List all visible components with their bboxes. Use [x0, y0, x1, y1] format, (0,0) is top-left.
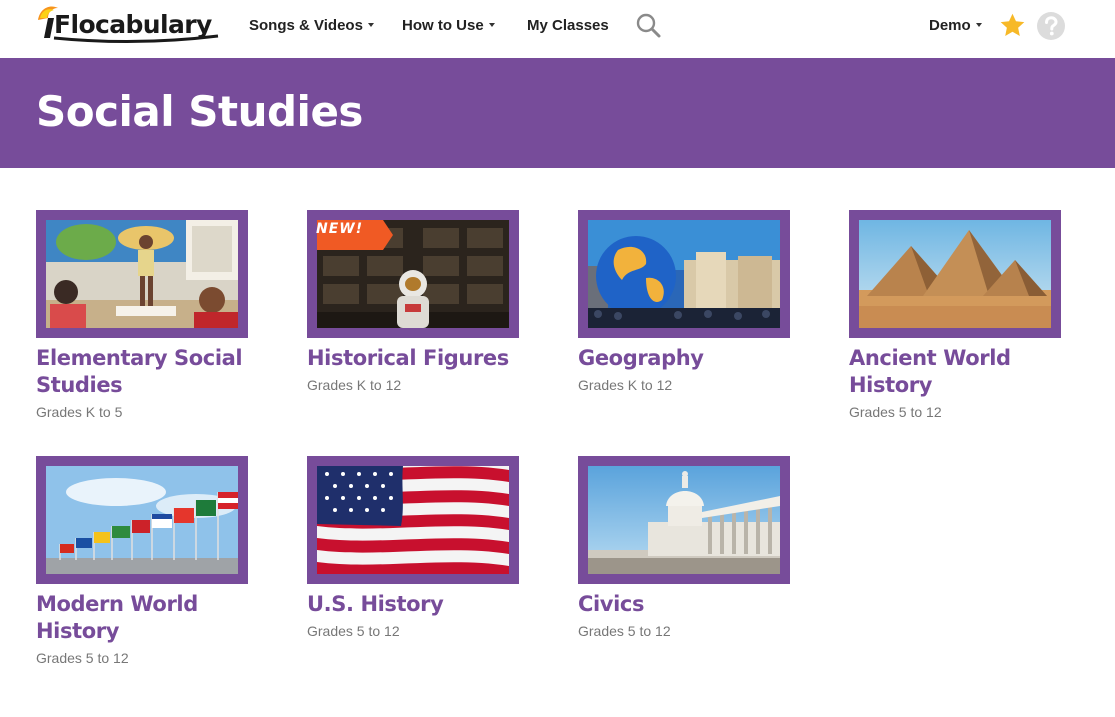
category-card-modern-world-history[interactable]: Modern World History Grades 5 to 12: [36, 456, 251, 667]
card-thumbnail[interactable]: [36, 456, 248, 584]
card-grades: Grades 5 to 12: [849, 404, 942, 420]
new-badge-label: NEW!: [316, 221, 364, 237]
card-title[interactable]: Historical Figures: [307, 345, 522, 372]
nav-how-to-use[interactable]: How to Use: [402, 16, 495, 36]
classroom-image: [46, 220, 238, 328]
card-thumbnail[interactable]: [307, 456, 519, 584]
nav-my-classes[interactable]: My Classes: [527, 16, 609, 36]
page-title: Social Studies: [36, 87, 363, 136]
card-grades: Grades K to 12: [578, 377, 673, 393]
chevron-down-icon: [975, 23, 982, 28]
card-grades: Grades 5 to 12: [307, 623, 400, 639]
card-title[interactable]: Modern World History: [36, 591, 251, 645]
nav-songs-videos-label: Songs & Videos: [249, 17, 363, 34]
nav-my-classes-label: My Classes: [527, 17, 609, 34]
category-card-ancient-world-history[interactable]: Ancient World History Grades 5 to 12: [849, 210, 1064, 421]
user-menu[interactable]: Demo: [929, 16, 982, 36]
capitol-image: [588, 466, 780, 574]
category-card-civics[interactable]: Civics Grades 5 to 12: [578, 456, 793, 640]
nav-how-to-use-label: How to Use: [402, 17, 484, 34]
card-thumbnail[interactable]: NEW!: [307, 210, 519, 338]
chevron-down-icon: [488, 23, 495, 28]
card-grades: Grades K to 5: [36, 404, 123, 420]
card-title[interactable]: Elementary Social Studies: [36, 345, 251, 399]
flocabulary-logo[interactable]: Flocabulary: [36, 4, 220, 44]
category-card-us-history[interactable]: U.S. History Grades 5 to 12: [307, 456, 522, 640]
category-card-elementary-social-studies[interactable]: Elementary Social Studies Grades K to 5: [36, 210, 251, 421]
globe-city-image: [588, 220, 780, 328]
help-icon[interactable]: [1036, 11, 1066, 46]
card-thumbnail[interactable]: [578, 456, 790, 584]
user-menu-label: Demo: [929, 17, 971, 34]
pyramids-image: [859, 220, 1051, 328]
card-thumbnail[interactable]: [578, 210, 790, 338]
search-icon[interactable]: [636, 13, 662, 44]
top-navigation-bar: Flocabulary Songs & Videos How to Use My…: [0, 0, 1115, 58]
us-flag-image: [317, 466, 509, 574]
card-thumbnail[interactable]: [36, 210, 248, 338]
card-title[interactable]: Ancient World History: [849, 345, 1064, 399]
card-title[interactable]: U.S. History: [307, 591, 522, 618]
star-icon[interactable]: [999, 12, 1026, 44]
chevron-down-icon: [367, 23, 374, 28]
card-grades: Grades 5 to 12: [36, 650, 129, 666]
card-thumbnail[interactable]: [849, 210, 1061, 338]
nav-songs-videos[interactable]: Songs & Videos: [249, 16, 374, 36]
card-title[interactable]: Geography: [578, 345, 793, 372]
category-card-historical-figures[interactable]: NEW! Historical Figures Grades K to 12: [307, 210, 522, 394]
category-card-geography[interactable]: Geography Grades K to 12: [578, 210, 793, 394]
logo-wordmark: Flocabulary: [54, 10, 212, 39]
card-grades: Grades 5 to 12: [578, 623, 671, 639]
page-header-banner: Social Studies: [0, 58, 1115, 168]
card-title[interactable]: Civics: [578, 591, 793, 618]
card-grades: Grades K to 12: [307, 377, 402, 393]
flags-image: [46, 466, 238, 574]
